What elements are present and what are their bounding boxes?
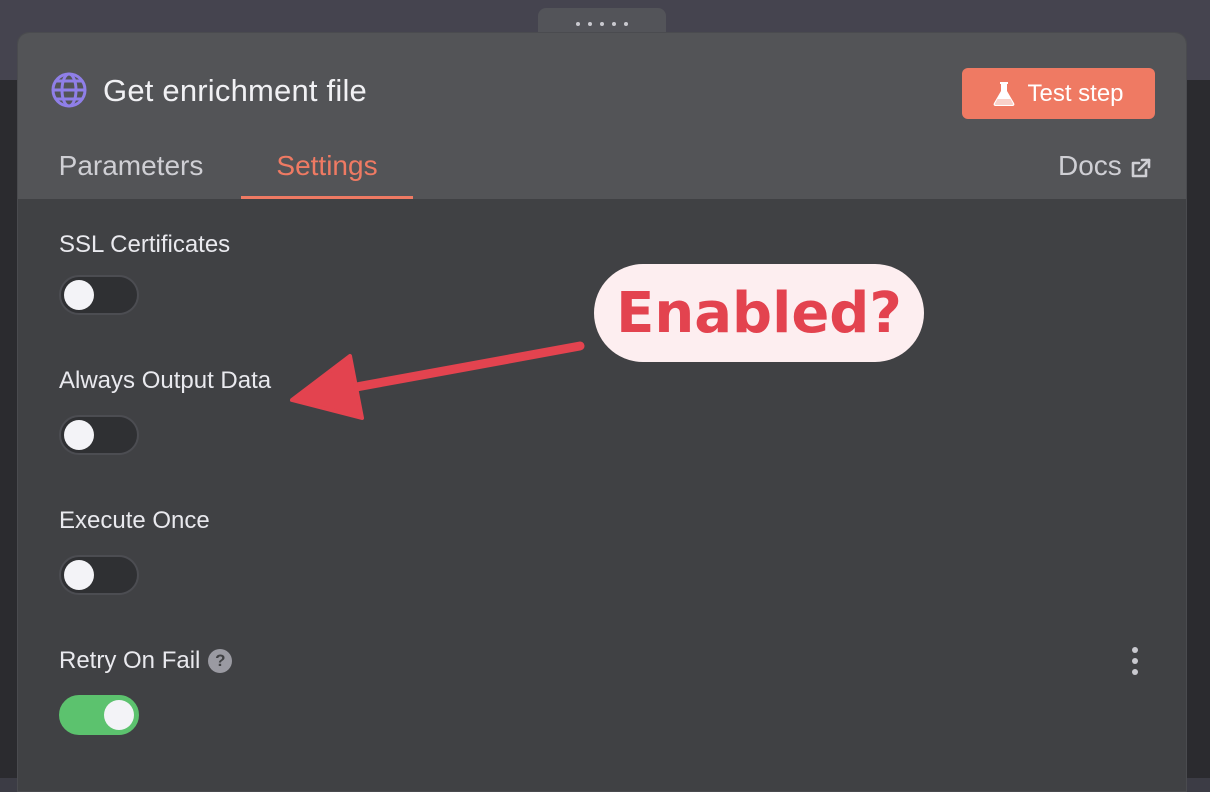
toggle-knob bbox=[104, 700, 134, 730]
tab-settings[interactable]: Settings bbox=[241, 145, 413, 199]
retry-on-fail-toggle[interactable] bbox=[59, 695, 139, 735]
test-step-label: Test step bbox=[1027, 79, 1124, 107]
toggle-knob bbox=[64, 280, 94, 310]
active-tab-indicator bbox=[241, 196, 413, 199]
execute-once-toggle[interactable] bbox=[59, 555, 139, 595]
more-options-icon[interactable] bbox=[1130, 647, 1140, 675]
node-title[interactable]: Get enrichment file bbox=[103, 71, 367, 111]
execute-once-text: Execute Once bbox=[59, 507, 210, 534]
ssl-certificates-label: SSL Certificates bbox=[59, 231, 230, 259]
annotation-text: Enabled? bbox=[616, 280, 902, 346]
annotation-bubble: Enabled? bbox=[594, 264, 924, 362]
ssl-certificates-text: SSL Certificates bbox=[59, 231, 231, 258]
retry-on-fail-text: Retry On Fail bbox=[59, 647, 201, 674]
test-step-button[interactable]: Test step bbox=[962, 68, 1155, 119]
panel-header: Get enrichment file Test step Parameters… bbox=[18, 33, 1186, 199]
external-link-icon bbox=[1131, 158, 1151, 178]
execute-once-label: Execute Once bbox=[59, 507, 210, 535]
toggle-knob bbox=[64, 420, 94, 450]
always-output-data-text: Always Output Data bbox=[59, 367, 272, 394]
docs-label: Docs bbox=[1058, 150, 1122, 181]
node-settings-panel: Get enrichment file Test step Parameters… bbox=[17, 32, 1187, 792]
help-icon[interactable]: ? bbox=[208, 649, 233, 673]
retry-on-fail-label: Retry On Fail ? bbox=[59, 647, 233, 675]
tab-parameters[interactable]: Parameters bbox=[51, 145, 211, 199]
globe-icon bbox=[51, 72, 87, 108]
ssl-certificates-toggle[interactable] bbox=[59, 275, 139, 315]
always-output-data-toggle[interactable] bbox=[59, 415, 139, 455]
flask-icon bbox=[994, 81, 1015, 106]
toggle-knob bbox=[64, 560, 94, 590]
tab-settings-label: Settings bbox=[276, 150, 378, 181]
tab-parameters-label: Parameters bbox=[58, 150, 204, 181]
docs-link[interactable]: Docs bbox=[1058, 145, 1152, 187]
always-output-data-label: Always Output Data bbox=[59, 367, 271, 395]
